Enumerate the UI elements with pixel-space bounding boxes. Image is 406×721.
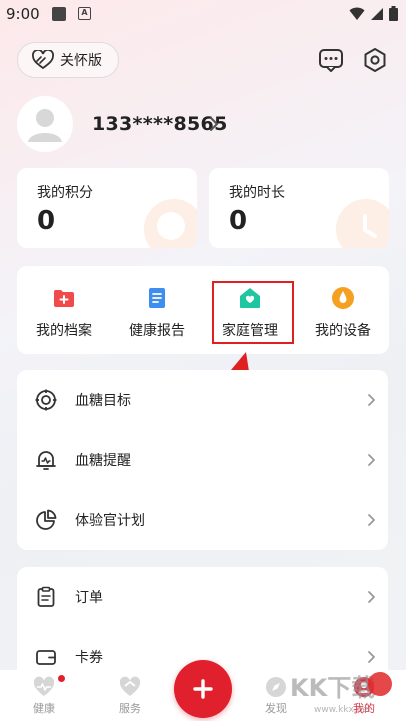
service-tab-icon [119,676,141,696]
glucose-target-label: 血糖目标 [75,393,131,409]
experience-plan-row[interactable]: 体验官计划 [17,490,388,550]
glucose-reminder-row[interactable]: 血糖提醒 [17,430,388,490]
tab-service-label: 服务 [119,702,141,715]
menu-group-1: 血糖目标 血糖提醒 体验官计划 [17,370,388,550]
target-icon [35,389,57,411]
watermark-logo: KK下载 www.kkx.net [290,672,392,715]
chevron-right-icon [368,651,375,663]
glucose-reminder-label: 血糖提醒 [75,453,131,469]
bell-icon [36,451,56,470]
chevron-right-icon [368,591,375,603]
plus-icon [193,679,213,699]
tab-health-label: 健康 [33,702,55,715]
chevron-right-icon [368,454,375,466]
wallet-icon [36,650,56,665]
experience-plan-label: 体验官计划 [75,513,145,529]
chevron-right-icon [368,394,375,406]
health-tab-badge [58,675,65,682]
watermark-url: www.kkx.net [314,705,372,715]
order-label: 订单 [75,590,103,606]
watermark-text: KK下载 [290,674,375,702]
pie-chart-icon [36,509,57,530]
tab-health[interactable]: 健康 [14,676,74,716]
add-button[interactable] [174,660,232,718]
order-row[interactable]: 订单 [17,567,388,627]
health-tab-icon [33,676,55,696]
glucose-target-row[interactable]: 血糖目标 [17,370,388,430]
coupon-label: 卡券 [75,650,103,666]
tab-service[interactable]: 服务 [100,676,160,716]
order-icon [37,586,55,607]
chevron-right-icon [368,514,375,526]
